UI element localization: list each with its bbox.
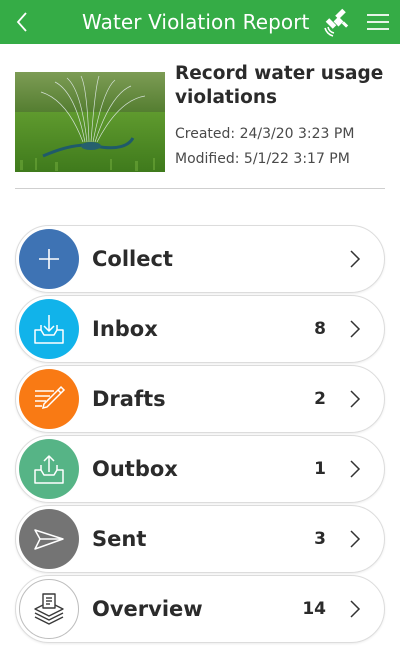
inbox-button[interactable]: Inbox 8 [15,295,385,363]
collect-icon-circle [19,229,79,289]
survey-info: Record water usage violations Created: 2… [15,58,385,174]
drafts-icon-circle [19,369,79,429]
sent-label: Sent [92,527,147,551]
hamburger-menu-icon [367,14,389,30]
inbox-label: Inbox [92,317,158,341]
survey-title: Record water usage violations [175,63,384,108]
drafts-button[interactable]: Drafts 2 [15,365,385,433]
overview-count: 14 [302,599,326,619]
chevron-right-icon [350,530,361,548]
chevron-right-icon [350,600,361,618]
divider [15,188,385,189]
sent-icon-circle [19,509,79,569]
inbox-count: 8 [314,319,326,339]
menu-button[interactable] [364,8,392,36]
collect-label: Collect [92,247,173,271]
modified-timestamp: Modified: 5/1/22 3:17 PM [175,151,350,167]
overview-button[interactable]: Overview 14 [15,575,385,643]
outbox-icon-circle [19,439,79,499]
edit-pencil-icon [35,385,66,410]
outbox-upload-icon [34,455,64,484]
satellite-icon [324,8,349,37]
drafts-count: 2 [314,389,326,409]
chevron-right-icon [350,250,361,268]
app-header: Water Violation Report [0,0,400,44]
paper-plane-icon [34,529,64,550]
overview-icon-circle [19,579,79,639]
chevron-left-icon [16,12,27,32]
inbox-icon-circle [19,299,79,359]
survey-thumbnail [15,72,165,172]
sent-button[interactable]: Sent 3 [15,505,385,573]
collect-button[interactable]: Collect [15,225,385,293]
gps-status-button[interactable] [324,7,354,37]
back-button[interactable] [6,4,38,40]
outbox-label: Outbox [92,457,178,481]
outbox-button[interactable]: Outbox 1 [15,435,385,503]
inbox-tray-icon [34,315,64,344]
page-title: Water Violation Report [82,10,310,34]
plus-icon [39,249,59,269]
overview-label: Overview [92,597,203,621]
sent-count: 3 [314,529,326,549]
created-timestamp: Created: 24/3/20 3:23 PM [175,126,355,142]
outbox-count: 1 [314,459,326,479]
chevron-right-icon [350,320,361,338]
layers-stack-icon [34,593,64,625]
chevron-right-icon [350,390,361,408]
drafts-label: Drafts [92,387,166,411]
chevron-right-icon [350,460,361,478]
